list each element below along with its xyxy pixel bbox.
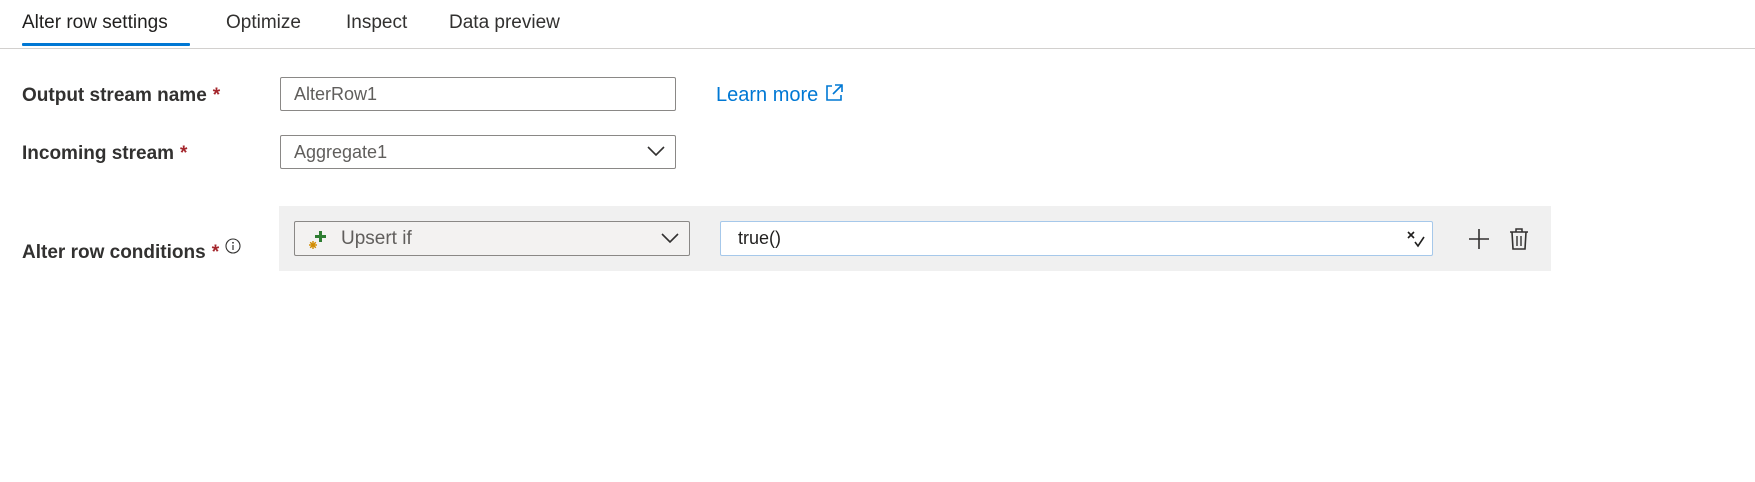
active-tab-indicator bbox=[22, 43, 190, 46]
condition-row: Upsert if true() bbox=[279, 206, 1551, 271]
external-link-icon bbox=[826, 84, 844, 101]
required-indicator: * bbox=[211, 242, 220, 263]
upsert-icon bbox=[309, 231, 326, 249]
expression-builder-icon[interactable] bbox=[1406, 230, 1426, 248]
required-indicator: * bbox=[212, 85, 221, 106]
learn-more-link[interactable]: Learn more bbox=[716, 83, 844, 107]
incoming-stream-label-text: Incoming stream bbox=[22, 143, 175, 164]
alter-row-conditions-label: Alter row conditions * bbox=[22, 242, 219, 264]
incoming-stream-selected: Aggregate1 bbox=[294, 142, 388, 162]
info-icon[interactable] bbox=[225, 238, 241, 254]
incoming-stream-label: Incoming stream * bbox=[22, 143, 187, 165]
condition-type-dropdown[interactable]: Upsert if bbox=[294, 221, 690, 256]
tab-data-preview[interactable]: Data preview bbox=[449, 10, 560, 36]
output-stream-name-label: Output stream name * bbox=[22, 85, 220, 107]
tab-bar: Alter row settings Optimize Inspect Data… bbox=[0, 0, 1755, 49]
condition-type-selected: Upsert if bbox=[341, 228, 412, 249]
output-stream-name-label-text: Output stream name bbox=[22, 85, 207, 106]
chevron-down-icon bbox=[661, 233, 679, 244]
chevron-down-icon bbox=[647, 146, 665, 157]
add-condition-button[interactable] bbox=[1467, 227, 1491, 251]
condition-expression-field[interactable]: true() bbox=[720, 221, 1433, 256]
required-indicator: * bbox=[180, 143, 188, 164]
learn-more-label: Learn more bbox=[716, 84, 819, 106]
tab-optimize[interactable]: Optimize bbox=[226, 10, 301, 36]
tab-alter-row-settings[interactable]: Alter row settings bbox=[22, 10, 168, 36]
incoming-stream-dropdown[interactable]: Aggregate1 bbox=[280, 135, 676, 169]
delete-condition-button[interactable] bbox=[1508, 227, 1530, 251]
condition-expression-text: true() bbox=[738, 228, 782, 248]
tab-inspect[interactable]: Inspect bbox=[346, 10, 407, 36]
alter-row-conditions-label-text: Alter row conditions bbox=[22, 242, 206, 263]
output-stream-name-input[interactable] bbox=[280, 77, 676, 111]
